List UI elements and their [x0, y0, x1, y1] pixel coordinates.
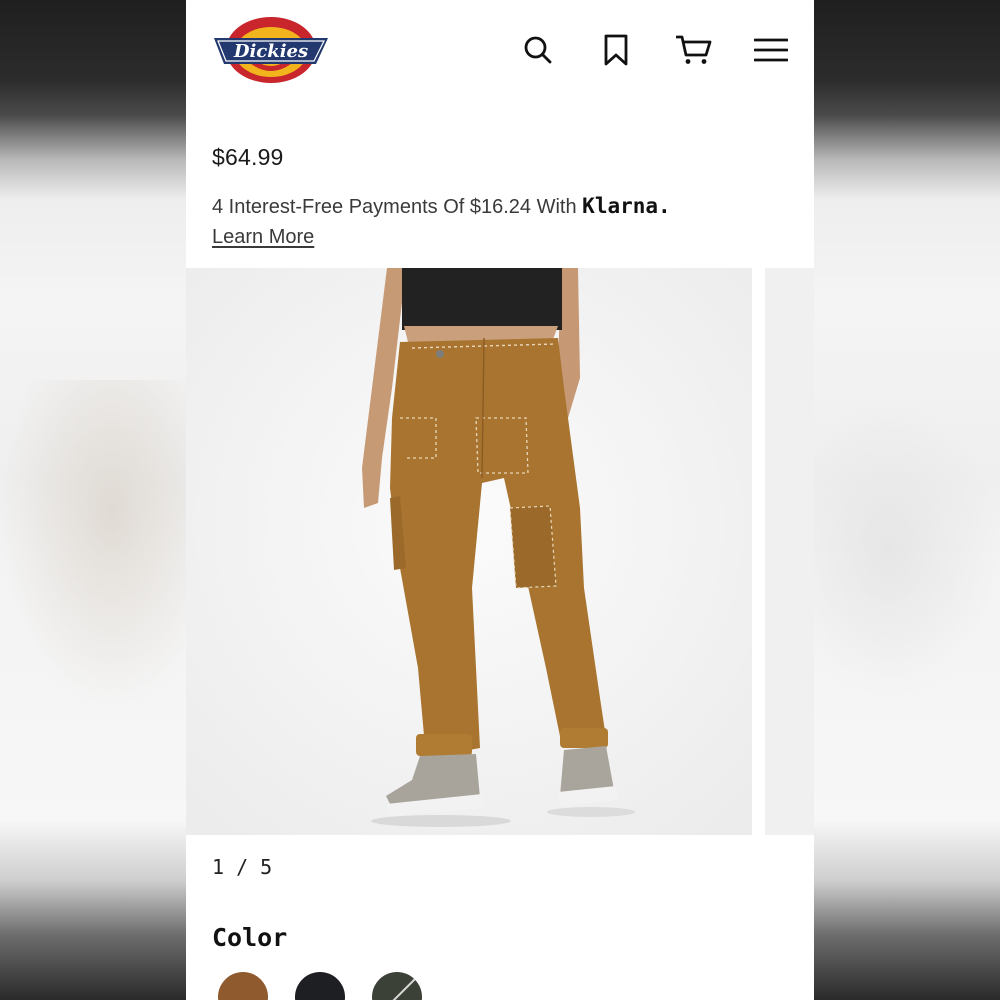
product-price: $64.99	[212, 144, 284, 170]
color-swatch-olive-unavailable[interactable]	[372, 972, 422, 1000]
backdrop-blur-right	[814, 400, 1000, 700]
color-label: Color	[212, 923, 288, 952]
bookmark-icon[interactable]	[600, 32, 632, 68]
image-counter: 1 / 5	[212, 855, 273, 879]
dickies-logo[interactable]: Dickies	[212, 16, 330, 84]
cart-icon[interactable]	[676, 32, 712, 68]
site-header: Dickies	[186, 0, 814, 100]
backdrop-blur-left	[0, 380, 186, 710]
svg-text:Dickies: Dickies	[233, 41, 308, 62]
klarna-payments-text: 4 Interest-Free Payments Of $16.24 With	[212, 196, 577, 218]
product-image[interactable]	[186, 268, 752, 835]
product-image-carousel[interactable]	[186, 268, 814, 835]
unavailable-slash-icon	[392, 977, 417, 1000]
color-swatch-brown[interactable]	[218, 972, 268, 1000]
learn-more-link[interactable]: Learn More	[212, 226, 314, 249]
next-product-image-peek[interactable]	[765, 268, 814, 835]
mobile-page: Dickies $64.99 4 Interest-Free Payments …	[186, 0, 814, 1000]
color-swatch-black[interactable]	[295, 972, 345, 1000]
klarna-brand: Klarna.	[582, 194, 671, 218]
menu-icon[interactable]	[754, 32, 788, 68]
klarna-payment-info: 4 Interest-Free Payments Of $16.24 With …	[212, 194, 671, 219]
search-icon[interactable]	[522, 32, 554, 68]
